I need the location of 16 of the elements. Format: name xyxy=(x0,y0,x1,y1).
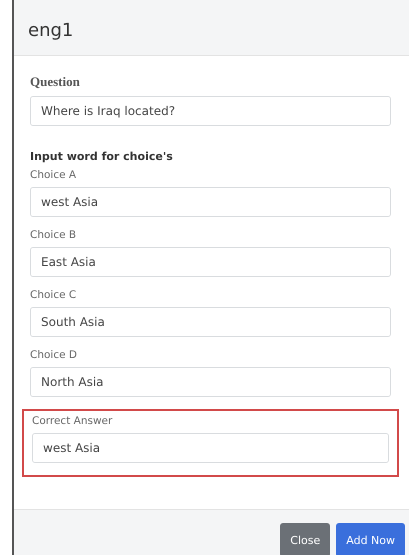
field-label: Choice A xyxy=(30,169,78,181)
field-label: Choice C xyxy=(30,289,78,301)
close-button[interactable]: Close xyxy=(280,523,330,555)
field-label: Correct Answer xyxy=(32,415,114,427)
input-field[interactable]: west Asia xyxy=(32,433,389,463)
input-field[interactable]: South Asia xyxy=(30,307,391,337)
field-label: Choice B xyxy=(30,229,78,241)
field-label: Choice D xyxy=(30,349,78,361)
modal-title: eng1 xyxy=(28,20,74,41)
input-field[interactable]: North Asia xyxy=(30,367,391,397)
section-heading: Input word for choice's xyxy=(30,150,174,163)
input-field[interactable]: Where is Iraq located? xyxy=(30,96,391,126)
input-field[interactable]: west Asia xyxy=(30,187,391,217)
add-button[interactable]: Add Now xyxy=(336,523,405,555)
field-label: Question xyxy=(30,74,81,90)
input-field[interactable]: East Asia xyxy=(30,247,391,277)
